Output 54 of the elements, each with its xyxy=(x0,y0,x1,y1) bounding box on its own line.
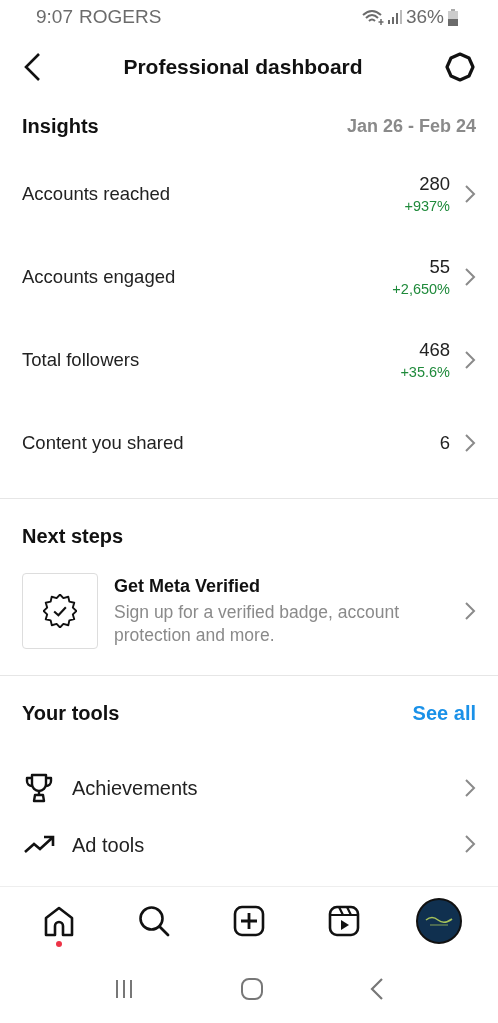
metric-label: Content you shared xyxy=(22,431,185,454)
chevron-right-icon xyxy=(464,601,476,621)
metric-label: Total followers xyxy=(22,348,141,371)
back-icon xyxy=(22,52,42,82)
trophy-icon xyxy=(23,772,55,804)
back-button[interactable] xyxy=(22,52,42,82)
search-icon xyxy=(138,905,171,937)
section-heading: Next steps xyxy=(22,523,125,549)
metric-row[interactable]: Accounts reached 280 +937% xyxy=(22,152,476,235)
card-title: Get Meta Verified xyxy=(114,575,262,597)
notification-dot xyxy=(56,941,63,947)
tool-row[interactable]: Ad tools xyxy=(22,826,476,878)
settings-button[interactable] xyxy=(444,51,476,83)
tool-row[interactable]: Achievements xyxy=(22,750,476,826)
chevron-right-icon xyxy=(464,266,476,287)
reels-icon xyxy=(327,905,360,937)
chevron-right-icon xyxy=(464,183,476,204)
signal-icon xyxy=(387,10,402,24)
carrier-name: ROGERS xyxy=(79,6,162,28)
tool-label: Achievements xyxy=(72,776,199,800)
metric-row[interactable]: Content you shared 6 xyxy=(22,401,476,484)
trend-arrow-icon xyxy=(23,834,55,854)
card-description: Sign up for a verified badge, account protection and more. xyxy=(114,600,401,647)
metric-row[interactable]: Accounts engaged 55 +2,650% xyxy=(22,235,476,318)
metric-change: +2,650% xyxy=(392,281,450,297)
metric-value: 55 xyxy=(429,256,450,278)
tool-label: Ad tools xyxy=(72,834,146,857)
verified-badge-icon xyxy=(43,594,77,628)
battery-icon xyxy=(448,8,458,26)
chevron-right-icon xyxy=(464,778,476,798)
settings-icon xyxy=(444,51,476,83)
metric-value: 468 xyxy=(419,339,450,361)
metric-label: Accounts engaged xyxy=(22,265,177,288)
metric-change: +937% xyxy=(404,198,450,214)
page-title: Professional dashboard xyxy=(123,55,363,79)
chevron-right-icon xyxy=(464,349,476,370)
wifi-icon xyxy=(361,9,384,25)
metric-row[interactable]: Total followers 468 +35.6% xyxy=(22,318,476,401)
verification-card[interactable]: Get Meta Verified Sign up for a verified badge, account protection and more. xyxy=(22,573,476,649)
plus-square-icon xyxy=(233,905,265,937)
section-heading: Your tools xyxy=(22,701,120,725)
section-heading: Insights xyxy=(22,114,99,138)
date-range: Jan 26 - Feb 24 xyxy=(346,115,476,137)
metric-value: 280 xyxy=(419,173,450,195)
avatar xyxy=(415,898,462,944)
metric-value: 6 xyxy=(439,431,450,454)
metric-label: Accounts reached xyxy=(22,182,172,205)
battery-percentage: 36% xyxy=(405,6,444,28)
back-icon xyxy=(369,977,386,1001)
chevron-right-icon xyxy=(464,834,476,854)
home-icon xyxy=(43,905,76,937)
metric-change: +35.6% xyxy=(400,364,450,380)
chevron-right-icon xyxy=(464,432,476,453)
clock-time: 9:07 xyxy=(36,6,73,28)
